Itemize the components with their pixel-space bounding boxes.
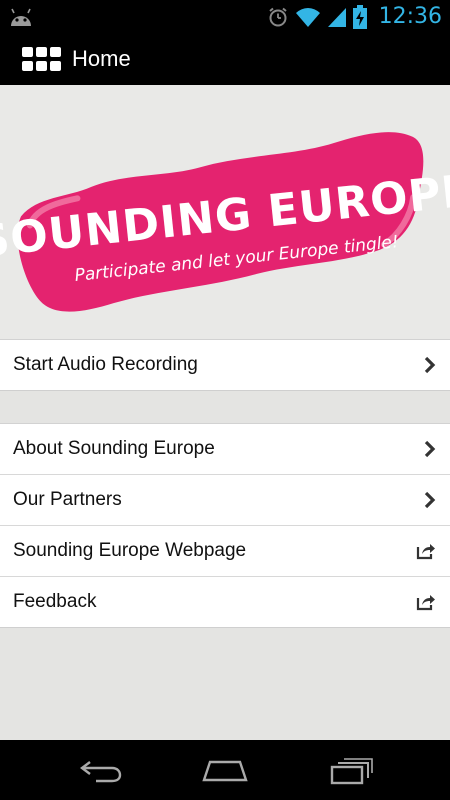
chevron-right-icon [424, 356, 436, 374]
navigation-bar [0, 740, 450, 800]
chevron-right-icon [424, 491, 436, 509]
menu-group-info: About Sounding Europe Our Partners Sound… [0, 423, 450, 628]
wifi-icon [295, 7, 320, 27]
home-icon[interactable] [200, 756, 250, 786]
menu-group-recording: Start Audio Recording [0, 339, 450, 391]
menu-item-label: Sounding Europe Webpage [13, 540, 247, 561]
menu-item-label: Feedback [13, 591, 97, 612]
banner: SOUNDING EUROPE Participate and let your… [0, 85, 450, 339]
menu-item-webpage[interactable]: Sounding Europe Webpage [0, 526, 450, 577]
app-grid-icon[interactable] [22, 47, 62, 71]
alarm-icon [268, 7, 287, 26]
menu-item-feedback[interactable]: Feedback [0, 577, 450, 628]
menu-item-about[interactable]: About Sounding Europe [0, 424, 450, 475]
chevron-right-icon [424, 440, 436, 458]
menu-item-label: Start Audio Recording [13, 354, 198, 375]
status-bar: 12:36 [0, 0, 450, 33]
share-external-icon [416, 595, 435, 611]
sounding-europe-logo: SOUNDING EUROPE Participate and let your… [0, 132, 450, 312]
page-title[interactable]: Home [72, 46, 131, 72]
share-external-icon [416, 544, 435, 560]
back-icon[interactable] [76, 756, 126, 786]
menu-item-start-audio-recording[interactable]: Start Audio Recording [0, 340, 450, 391]
menu-item-label: Our Partners [13, 489, 122, 510]
signal-icon [327, 7, 346, 27]
menu-item-partners[interactable]: Our Partners [0, 475, 450, 526]
action-bar: Home [0, 33, 450, 85]
status-clock: 12:36 [378, 4, 442, 29]
menu-item-label: About Sounding Europe [13, 438, 215, 459]
battery-charging-icon [352, 4, 367, 29]
recent-apps-icon[interactable] [326, 756, 376, 786]
android-debug-icon [11, 8, 31, 26]
